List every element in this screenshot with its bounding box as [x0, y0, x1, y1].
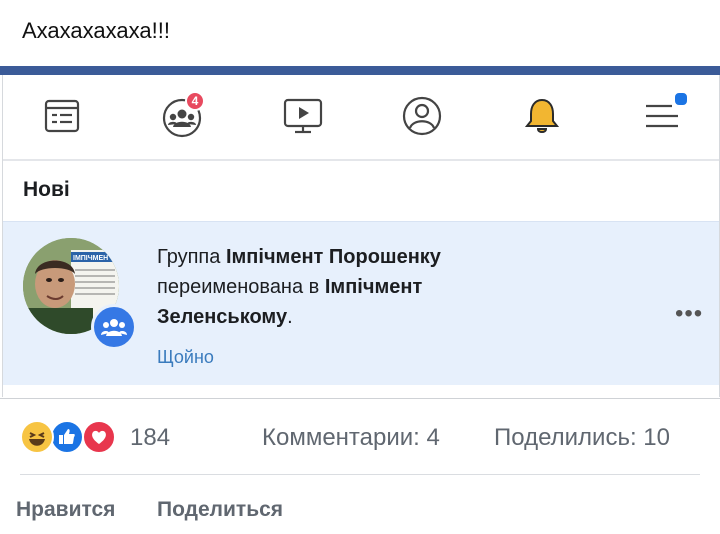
feed-icon: [44, 99, 80, 133]
group-people-icon: [101, 319, 127, 336]
like-button[interactable]: Нравится: [16, 498, 115, 522]
tab-watch[interactable]: [278, 89, 328, 143]
menu-dot: [673, 91, 689, 107]
more-options-button[interactable]: •••: [675, 300, 703, 328]
comments-count[interactable]: Комментарии: 4: [262, 424, 440, 452]
screenshot-top-bar: [0, 66, 720, 75]
group-badge: [91, 304, 137, 350]
shares-count[interactable]: Поделились: 10: [494, 424, 670, 452]
watch-icon: [283, 98, 323, 134]
tab-menu[interactable]: [637, 89, 689, 143]
profile-icon: [402, 96, 442, 136]
embedded-screenshot: 4 Нові ІМПІЧМЕН Группа Імпічмент Порошен…: [0, 66, 720, 399]
notification-time: Щойно: [157, 347, 214, 367]
avatar-caption: ІМПІЧМЕН: [73, 255, 108, 262]
notification-item[interactable]: ІМПІЧМЕН Группа Імпічмент Порошенку пере…: [3, 221, 719, 385]
section-title: Нові: [23, 178, 70, 201]
share-button[interactable]: Поделиться: [157, 498, 283, 522]
old-group-name: Імпічмент Порошенку: [225, 246, 441, 268]
haha-reaction-icon: [20, 420, 54, 454]
groups-badge: 4: [185, 91, 205, 111]
tab-feed[interactable]: [37, 89, 87, 143]
tab-notifications[interactable]: [517, 89, 567, 143]
tab-bar: 4: [3, 75, 719, 161]
love-reaction-icon: [82, 420, 116, 454]
notification-text: Группа Імпічмент Порошенку переименована…: [157, 246, 441, 328]
tab-groups[interactable]: 4: [157, 89, 207, 143]
reaction-count[interactable]: 184: [130, 424, 170, 452]
screenshot-frame: 4 Нові ІМПІЧМЕН Группа Імпічмент Порошен…: [2, 75, 720, 397]
divider: [20, 474, 700, 475]
tab-profile[interactable]: [397, 89, 447, 143]
bell-icon: [524, 98, 560, 133]
post-text: Ахахахахаха!!!: [22, 18, 170, 43]
like-reaction-icon: [50, 420, 84, 454]
